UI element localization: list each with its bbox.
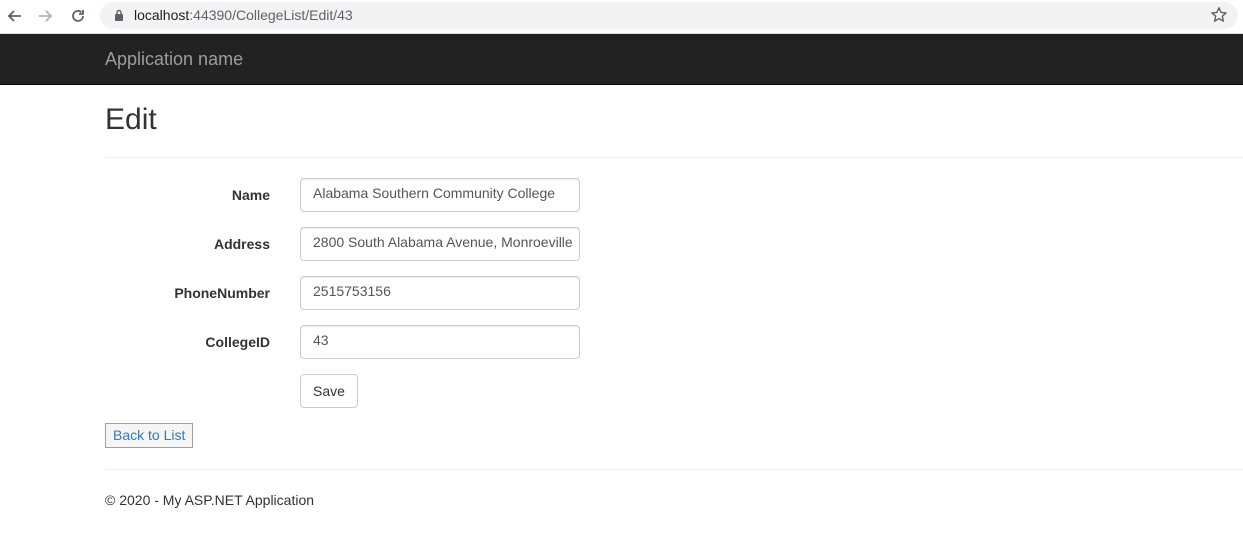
- back-to-list-link[interactable]: Back to List: [105, 423, 194, 448]
- address-bar[interactable]: localhost:44390/CollegeList/Edit/43: [100, 2, 1238, 29]
- form-row-college-id: CollegeID 43: [105, 325, 585, 359]
- phone-number-label: PhoneNumber: [174, 285, 270, 301]
- navbar: Application name: [0, 34, 1243, 85]
- url-text: localhost:44390/CollegeList/Edit/43: [134, 7, 353, 24]
- navbar-brand-link[interactable]: Application name: [105, 49, 243, 69]
- forward-arrow-icon[interactable]: [35, 5, 57, 27]
- page-title: Edit: [105, 103, 157, 136]
- save-button[interactable]: Save: [300, 374, 358, 408]
- url-host: localhost: [134, 7, 190, 23]
- phone-number-input[interactable]: 2515753156: [300, 276, 580, 310]
- footer-copyright: © 2020 - My ASP.NET Application: [105, 492, 315, 508]
- name-input[interactable]: Alabama Southern Community College: [300, 178, 580, 212]
- form-row-name: Name Alabama Southern Community College: [105, 178, 585, 212]
- lock-icon: [115, 9, 123, 21]
- college-id-input[interactable]: 43: [300, 325, 580, 359]
- footer-divider: [105, 469, 1243, 470]
- browser-toolbar: localhost:44390/CollegeList/Edit/43: [0, 0, 1243, 34]
- address-input[interactable]: 2800 South Alabama Avenue, Monroeville: [300, 227, 580, 261]
- address-label: Address: [213, 236, 270, 252]
- bookmark-star-icon[interactable]: [1210, 6, 1228, 24]
- back-arrow-icon[interactable]: [3, 5, 25, 27]
- form-row-address: Address 2800 South Alabama Avenue, Monro…: [105, 227, 585, 261]
- url-path: :44390/CollegeList/Edit/43: [189, 7, 353, 23]
- college-id-label: CollegeID: [205, 334, 270, 350]
- reload-icon[interactable]: [67, 5, 89, 27]
- name-label: Name: [231, 187, 270, 203]
- divider: [105, 157, 1243, 158]
- form-row-phone: PhoneNumber 2515753156: [105, 276, 585, 310]
